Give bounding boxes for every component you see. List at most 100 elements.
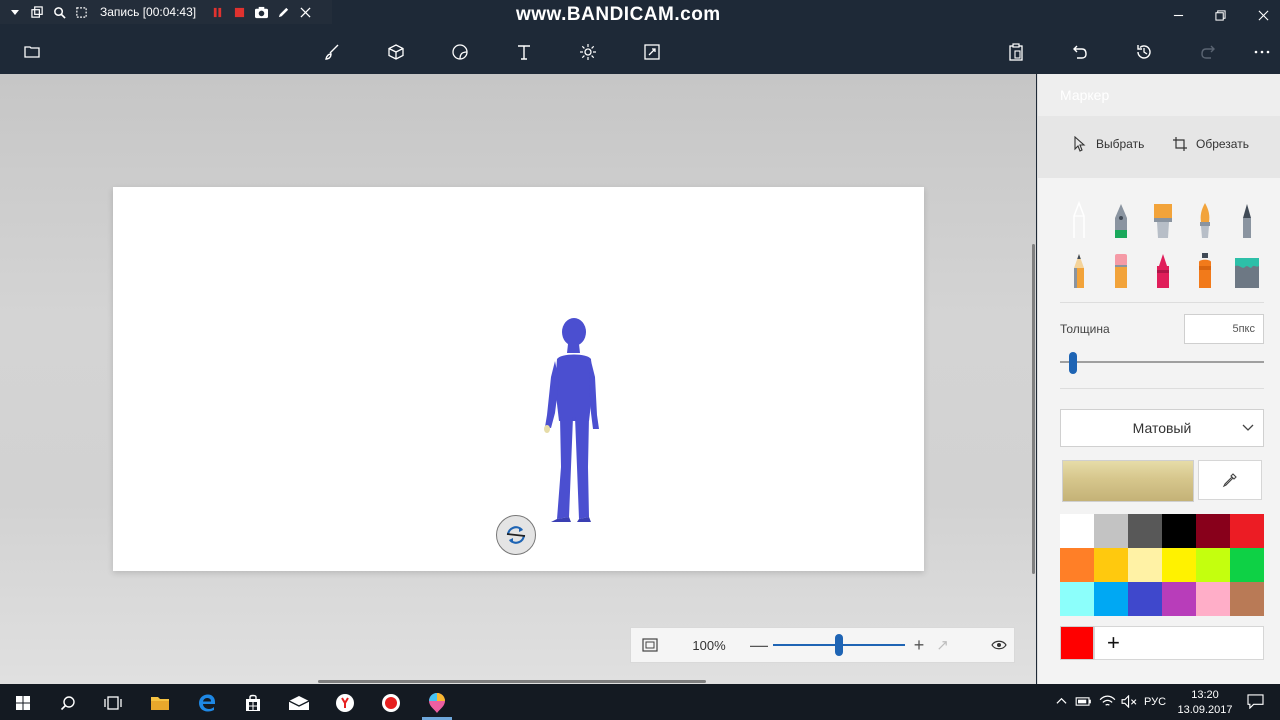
pen-icon[interactable] — [1106, 200, 1136, 240]
rotate-icon — [506, 526, 526, 544]
color-swatch[interactable] — [1060, 548, 1094, 582]
region-select-icon[interactable] — [70, 1, 92, 23]
color-swatch[interactable] — [1162, 548, 1196, 582]
windows-start-icon[interactable] — [8, 688, 38, 718]
color-swatch[interactable] — [1162, 582, 1196, 616]
zoom-slider[interactable] — [773, 627, 905, 663]
crayon-icon[interactable] — [1148, 250, 1178, 290]
undo-icon[interactable] — [1068, 40, 1092, 64]
stop-icon[interactable] — [228, 1, 250, 23]
dropdown-arrow-icon[interactable] — [4, 1, 26, 23]
calligraphy-pen-icon[interactable] — [1064, 200, 1094, 240]
vertical-scrollbar[interactable] — [1032, 244, 1035, 574]
divider — [1060, 302, 1264, 303]
thickness-slider-thumb[interactable] — [1069, 352, 1078, 374]
horizontal-scrollbar[interactable] — [318, 680, 706, 683]
wifi-icon[interactable] — [1098, 692, 1116, 710]
effects-icon[interactable] — [576, 40, 600, 64]
close-icon[interactable] — [1252, 4, 1274, 26]
menu-icon[interactable] — [20, 40, 44, 64]
fill-bucket-icon[interactable] — [1232, 250, 1262, 290]
add-color-button[interactable]: + — [1094, 626, 1264, 660]
color-swatch[interactable] — [1230, 582, 1264, 616]
stickers-icon[interactable] — [448, 40, 472, 64]
battery-icon[interactable] — [1074, 692, 1092, 710]
fit-to-screen-icon[interactable] — [631, 627, 669, 663]
file-explorer-icon[interactable] — [145, 688, 175, 718]
3d-human-figure[interactable] — [541, 317, 603, 522]
zoom-bar: 100% — + — [630, 627, 1015, 663]
color-swatch[interactable] — [1128, 582, 1162, 616]
search-icon[interactable] — [53, 688, 83, 718]
3d-shapes-icon[interactable] — [384, 40, 408, 64]
custom-color-swatch[interactable] — [1060, 626, 1094, 660]
color-swatch[interactable] — [1196, 514, 1230, 548]
close-recorder-icon[interactable] — [294, 1, 316, 23]
color-swatch[interactable] — [1094, 514, 1128, 548]
search-icon[interactable] — [48, 1, 70, 23]
current-color-swatch[interactable] — [1062, 460, 1194, 502]
rotate-handle[interactable] — [496, 515, 536, 555]
color-swatch[interactable] — [1128, 514, 1162, 548]
color-swatch[interactable] — [1094, 582, 1128, 616]
volume-muted-icon[interactable] — [1120, 692, 1138, 710]
paint3d-window: Запись [00:04:43] www.BANDICAM.com 100% … — [0, 0, 1280, 720]
eyedropper-button[interactable] — [1198, 460, 1262, 500]
crop-icon — [1173, 137, 1187, 151]
drawing-canvas[interactable] — [113, 187, 924, 571]
paint3d-icon[interactable] — [422, 688, 452, 718]
draw-pencil-icon[interactable] — [272, 1, 294, 23]
thickness-slider[interactable] — [1060, 361, 1264, 363]
color-swatch[interactable] — [1128, 548, 1162, 582]
pause-icon[interactable] — [206, 1, 228, 23]
color-swatch[interactable] — [1196, 548, 1230, 582]
color-swatch[interactable] — [1060, 514, 1094, 548]
finish-dropdown[interactable]: Матовый — [1060, 409, 1264, 447]
brush-icon[interactable] — [320, 40, 344, 64]
eraser-icon[interactable] — [1106, 250, 1136, 290]
history-icon[interactable] — [1132, 40, 1156, 64]
canvas-icon[interactable] — [640, 40, 664, 64]
text-icon[interactable] — [512, 40, 536, 64]
color-swatch[interactable] — [1060, 582, 1094, 616]
task-view-icon[interactable] — [98, 688, 128, 718]
paste-icon[interactable] — [1004, 40, 1028, 64]
redo-icon[interactable] — [1196, 40, 1220, 64]
restore-icon[interactable] — [1209, 4, 1231, 26]
zoom-out-button[interactable]: — — [749, 627, 769, 663]
panel-header: Маркер Выбрать Обрезать — [1038, 74, 1280, 178]
zoom-slider-thumb[interactable] — [835, 634, 843, 656]
divider — [1060, 388, 1264, 389]
panel-title: Маркер — [1060, 87, 1110, 103]
minimize-icon[interactable] — [1167, 4, 1189, 26]
cursor-icon — [1074, 136, 1086, 152]
color-swatch[interactable] — [1196, 582, 1230, 616]
mail-icon[interactable] — [284, 688, 314, 718]
thickness-input[interactable]: 5пкс — [1184, 314, 1264, 344]
3d-view-icon[interactable] — [929, 627, 955, 663]
color-swatch[interactable] — [1162, 514, 1196, 548]
language-indicator[interactable]: РУС — [1144, 696, 1166, 708]
oil-brush-icon[interactable] — [1148, 200, 1178, 240]
crop-button[interactable]: Обрезать — [1172, 136, 1249, 152]
notifications-icon[interactable] — [1246, 692, 1264, 710]
edge-browser-icon[interactable] — [192, 688, 222, 718]
chevron-up-icon[interactable] — [1052, 692, 1070, 710]
store-icon[interactable] — [238, 688, 268, 718]
bandicam-icon[interactable] — [376, 688, 406, 718]
more-icon[interactable] — [1250, 40, 1274, 64]
pencil-icon[interactable] — [1064, 250, 1094, 290]
spray-can-icon[interactable] — [1190, 250, 1220, 290]
pixel-pen-icon[interactable] — [1232, 200, 1262, 240]
select-button[interactable]: Выбрать — [1072, 136, 1144, 152]
zoom-in-button[interactable]: + — [909, 627, 929, 663]
window-mode-icon[interactable] — [26, 1, 48, 23]
color-swatch[interactable] — [1094, 548, 1128, 582]
eye-icon[interactable] — [984, 627, 1014, 663]
yandex-browser-icon[interactable] — [330, 688, 360, 718]
camera-icon[interactable] — [250, 1, 272, 23]
color-swatch[interactable] — [1230, 548, 1264, 582]
color-swatch[interactable] — [1230, 514, 1264, 548]
clock[interactable]: 13:20 13.09.2017 — [1176, 688, 1234, 718]
watercolor-icon[interactable] — [1190, 200, 1220, 240]
